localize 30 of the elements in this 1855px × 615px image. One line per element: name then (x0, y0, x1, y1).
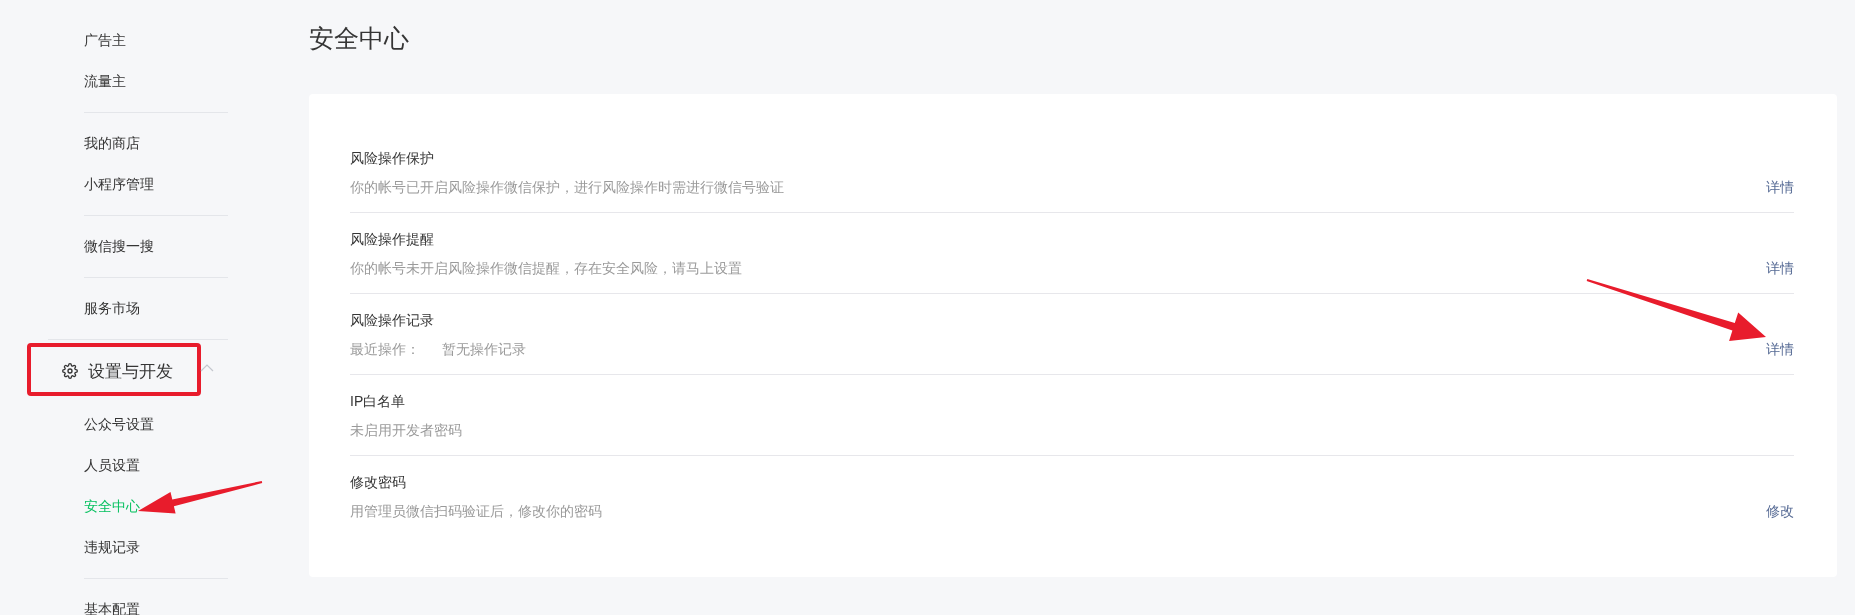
page-title: 安全中心 (309, 23, 410, 54)
action-link[interactable]: 详情 (1766, 338, 1794, 360)
setting-title: IP白名单 (350, 392, 407, 411)
menu-group-title: 设置与开发 (88, 360, 173, 383)
sidebar-item[interactable]: 我的商店 (84, 123, 260, 164)
action-link[interactable]: 详情 (1766, 176, 1794, 198)
setting-title: 风险操作记录 (350, 311, 435, 330)
chevron-up-icon (200, 364, 214, 372)
action-link[interactable]: 详情 (1766, 257, 1794, 279)
setting-description: 用管理员微信扫码验证后，修改你的密码 (350, 503, 602, 519)
sidebar-item[interactable]: 服务市场 (84, 288, 260, 329)
sidebar-item[interactable]: 公众号设置 (84, 404, 260, 445)
setting-title: 修改密码 (350, 473, 407, 492)
action-link[interactable]: 修改 (1766, 500, 1794, 522)
sidebar-item[interactable]: 基本配置 (84, 589, 260, 615)
menu-group-header[interactable]: 设置与开发 (0, 346, 260, 396)
sidebar-item[interactable]: 微信搜一搜 (84, 226, 260, 267)
sidebar-item[interactable]: 人员设置 (84, 445, 260, 486)
sidebar-item[interactable]: 广告主 (84, 20, 260, 61)
setting-description: 你的帐号未开启风险操作微信提醒，存在安全风险，请马上设置 (350, 260, 742, 276)
setting-description: 你的帐号已开启风险操作微信保护，进行风险操作时需进行微信号验证 (350, 179, 784, 195)
settings-icon (62, 363, 78, 379)
sidebar-item[interactable]: 违规记录 (84, 527, 260, 568)
sidebar-item[interactable]: 小程序管理 (84, 164, 260, 205)
setting-title: 风险操作提醒 (350, 230, 435, 249)
setting-title: 风险操作保护 (350, 149, 435, 168)
sidebar-item[interactable]: 流量主 (84, 61, 260, 102)
setting-label: 最近操作： (350, 341, 420, 357)
setting-description: 未启用开发者密码 (350, 422, 462, 438)
setting-description: 暂无操作记录 (442, 341, 526, 357)
